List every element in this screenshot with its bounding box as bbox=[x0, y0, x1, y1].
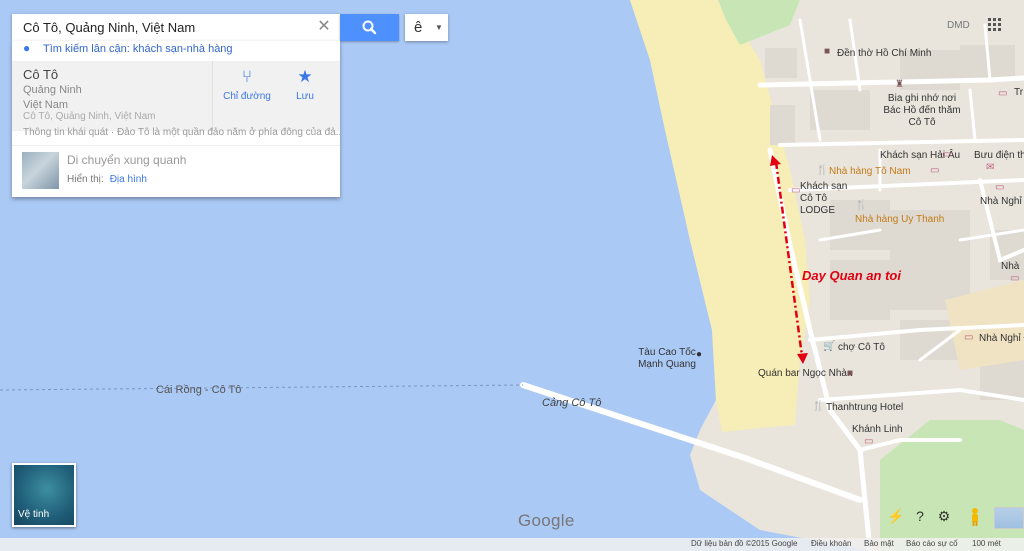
hotel-icon-2[interactable]: ▭ bbox=[930, 166, 939, 176]
restaurant-icon-2[interactable]: 🍴 bbox=[855, 201, 867, 211]
route-label: Cái Rồng - Cô Tô bbox=[156, 384, 242, 396]
search-box: ✕ bbox=[12, 14, 340, 41]
hotel-icon-8[interactable]: ▭ bbox=[864, 437, 873, 447]
temple-icon[interactable]: ■ bbox=[824, 47, 830, 57]
show-label: Hiển thị: bbox=[67, 174, 104, 185]
search-icon bbox=[362, 20, 377, 35]
cart-icon[interactable]: 🛒 bbox=[823, 342, 835, 352]
nha-label[interactable]: Nhà bbox=[1001, 261, 1019, 273]
terms-link[interactable]: Điều khoản bbox=[811, 539, 851, 548]
privacy-link[interactable]: Bảo mật bbox=[864, 539, 894, 548]
post-office-label[interactable]: Bưu điện thị bbox=[974, 150, 1024, 162]
quan-bar-label[interactable]: Quán bar Ngọc Nhàn bbox=[758, 368, 853, 380]
hotel-icon-7[interactable]: ▭ bbox=[964, 333, 973, 343]
save-button[interactable]: ★ Lưu bbox=[275, 67, 335, 102]
memorial-icon[interactable]: ♜ bbox=[895, 80, 904, 90]
to-nam-label[interactable]: Nhà hàng Tô Nam bbox=[829, 166, 911, 178]
directions-icon: ⑂ bbox=[241, 67, 253, 86]
google-logo: Google bbox=[518, 511, 575, 530]
satellite-toggle[interactable]: Vệ tinh bbox=[12, 463, 76, 527]
hotel-icon-4[interactable]: ▭ bbox=[995, 183, 1004, 193]
explore-show: Hiển thị: Địa hình bbox=[67, 174, 147, 185]
memorial-label[interactable]: Bia ghi nhớ nơi Bác Hồ đến thăm Cô Tô bbox=[882, 93, 962, 129]
explore-title: Di chuyển xung quanh bbox=[67, 153, 187, 167]
location-pin-icon: ● bbox=[23, 41, 31, 55]
place-region: Quảng Ninh bbox=[23, 84, 82, 96]
imagery-thumbnail[interactable] bbox=[994, 507, 1024, 529]
bar-icon[interactable]: ■ bbox=[847, 369, 853, 379]
overview-text[interactable]: Thông tin khái quát · Đảo Tô là một quần… bbox=[12, 127, 340, 141]
restaurant-icon-3[interactable]: 🍴 bbox=[812, 402, 824, 412]
restaurant-icon[interactable]: 🍴 bbox=[816, 166, 828, 176]
nha-nghi-2-label[interactable]: Nhà Nghỉ Đ bbox=[979, 333, 1024, 345]
overview-label: Thông tin khái quát · Đảo Tô là một quần… bbox=[23, 127, 340, 138]
pegman-icon[interactable] bbox=[967, 507, 983, 527]
port-label: Cảng Cô Tô bbox=[542, 397, 602, 409]
save-label: Lưu bbox=[296, 91, 314, 102]
boat-label[interactable]: Tàu Cao Tốc Mạnh Quang bbox=[632, 347, 702, 371]
tr-label[interactable]: Tr bbox=[1014, 87, 1023, 99]
help-icon[interactable]: ? bbox=[912, 508, 928, 524]
lightning-icon[interactable]: ⚡ bbox=[887, 508, 904, 524]
nha-nghi-label[interactable]: Nhà Nghỉ M bbox=[980, 196, 1024, 208]
market-label[interactable]: chợ Cô Tô bbox=[838, 342, 885, 354]
terrain-thumbnail[interactable] bbox=[22, 152, 59, 189]
directions-button[interactable]: ⑂ Chỉ đường bbox=[217, 67, 277, 102]
uy-thanh-label[interactable]: Nhà hàng Uy Thanh bbox=[855, 214, 944, 226]
post-icon[interactable]: ✉ bbox=[986, 163, 994, 173]
lodge-label[interactable]: Khách sạn Cô Tô LODGE bbox=[800, 181, 860, 217]
copyright-text: Dữ liệu bản đồ ©2015 Google bbox=[691, 539, 798, 548]
boat-marker-icon[interactable]: ● bbox=[696, 350, 702, 360]
hotel-icon-6[interactable]: ▭ bbox=[998, 89, 1007, 99]
divider bbox=[212, 61, 213, 131]
place-country: Việt Nam bbox=[23, 99, 69, 111]
temple-label[interactable]: Đền thờ Hồ Chí Minh bbox=[837, 48, 931, 60]
search-input[interactable] bbox=[12, 14, 312, 41]
gear-icon[interactable]: ⚙ bbox=[936, 508, 952, 524]
directions-label: Chỉ đường bbox=[223, 91, 271, 102]
apps-grid-icon[interactable] bbox=[988, 18, 1002, 32]
language-button[interactable]: ê ▼ bbox=[405, 14, 448, 41]
star-icon: ★ bbox=[297, 67, 313, 86]
close-icon[interactable]: ✕ bbox=[316, 19, 332, 35]
place-card[interactable]: Cô Tô Quảng Ninh Việt Nam Cô Tô, Quảng N… bbox=[12, 61, 340, 131]
explore-section[interactable]: Di chuyển xung quanh Hiển thị: Địa hình bbox=[12, 145, 340, 198]
thanhtrung-label[interactable]: Thanhtrung Hotel bbox=[826, 402, 903, 414]
place-panel: ● Tìm kiếm lân cận: khách sạn-nhà hàng C… bbox=[12, 41, 340, 197]
hotel-icon[interactable]: ▭ bbox=[942, 150, 951, 160]
nearby-search-link[interactable]: ● Tìm kiếm lân cận: khách sạn-nhà hàng bbox=[12, 41, 340, 60]
search-button[interactable] bbox=[340, 14, 399, 41]
khanh-linh-label[interactable]: Khánh Linh bbox=[852, 424, 903, 436]
terrain-link[interactable]: Địa hình bbox=[110, 174, 147, 185]
footer-bar: Dữ liệu bản đồ ©2015 Google Điều khoản B… bbox=[0, 538, 1024, 551]
language-label: ê bbox=[414, 19, 423, 36]
scale-label: 100 mét bbox=[972, 539, 1001, 548]
nearby-label: Tìm kiếm lân cận: khách sạn-nhà hàng bbox=[43, 43, 233, 55]
place-full-address: Cô Tô, Quảng Ninh, Việt Nam bbox=[23, 111, 156, 122]
annotation-text: Day Quan an toi bbox=[802, 268, 901, 283]
place-name: Cô Tô bbox=[23, 67, 59, 82]
hotel-icon-5[interactable]: ▭ bbox=[1010, 274, 1019, 284]
report-link[interactable]: Báo cáo sự cố bbox=[906, 539, 958, 548]
satellite-label: Vệ tinh bbox=[18, 509, 50, 520]
account-label[interactable]: DMD bbox=[947, 20, 970, 31]
chevron-down-icon: ▼ bbox=[435, 23, 443, 32]
